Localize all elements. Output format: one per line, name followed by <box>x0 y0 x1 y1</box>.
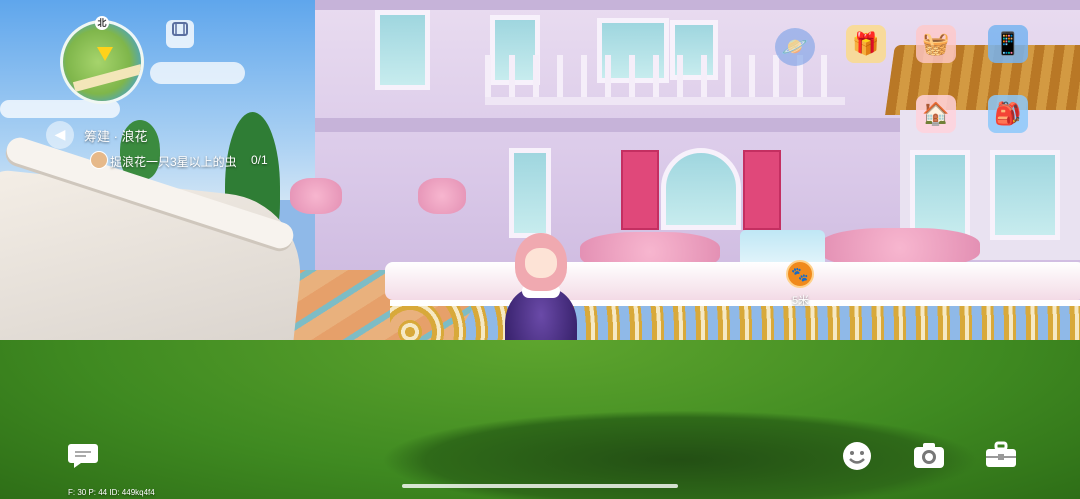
camera-icon[interactable] <box>912 440 946 474</box>
phone-icon[interactable]: 📱 <box>988 25 1028 63</box>
shop-basket-icon[interactable]: 🧺 <box>916 25 956 63</box>
flower-pot <box>290 178 342 214</box>
chat-bubble-icon[interactable] <box>66 440 100 474</box>
shop-roof <box>885 45 1080 115</box>
quest-progress: 0/1 <box>251 153 268 167</box>
emote-smile-icon[interactable] <box>840 440 874 474</box>
backpack-icon[interactable]: 🎒 <box>988 95 1028 133</box>
planet-icon[interactable]: 🪐 <box>775 28 815 66</box>
target-distance: 5米 <box>792 295 810 307</box>
quest-title[interactable]: 筹建 · 浪花 <box>84 126 148 145</box>
target-marker-icon[interactable]: 🐾 <box>786 260 814 288</box>
house-icon[interactable]: 🏠 <box>916 95 956 133</box>
game-scene <box>0 0 1080 499</box>
home-indicator-bar[interactable] <box>402 484 678 488</box>
cloud <box>150 62 245 84</box>
toolbox-icon[interactable] <box>984 440 1018 474</box>
gift-box-icon[interactable]: 🎁 <box>846 25 886 63</box>
flower-pot <box>418 178 466 214</box>
player-location-icon <box>97 47 113 61</box>
minimap[interactable] <box>60 20 144 104</box>
minimap-road <box>72 64 141 92</box>
player-character-face <box>525 248 557 278</box>
map-icon[interactable] <box>166 20 194 48</box>
back-arrow-icon[interactable]: ◀ <box>46 121 74 149</box>
debug-info: F: 30 P: 44 ID: 449kq4f4 <box>68 488 155 497</box>
quest-task-text[interactable]: 捉浪花一只3星以上的虫 <box>110 153 237 170</box>
quest-npc-avatar <box>90 151 108 169</box>
north-indicator: 北 <box>95 16 109 30</box>
fence-top-rail <box>385 262 1080 300</box>
